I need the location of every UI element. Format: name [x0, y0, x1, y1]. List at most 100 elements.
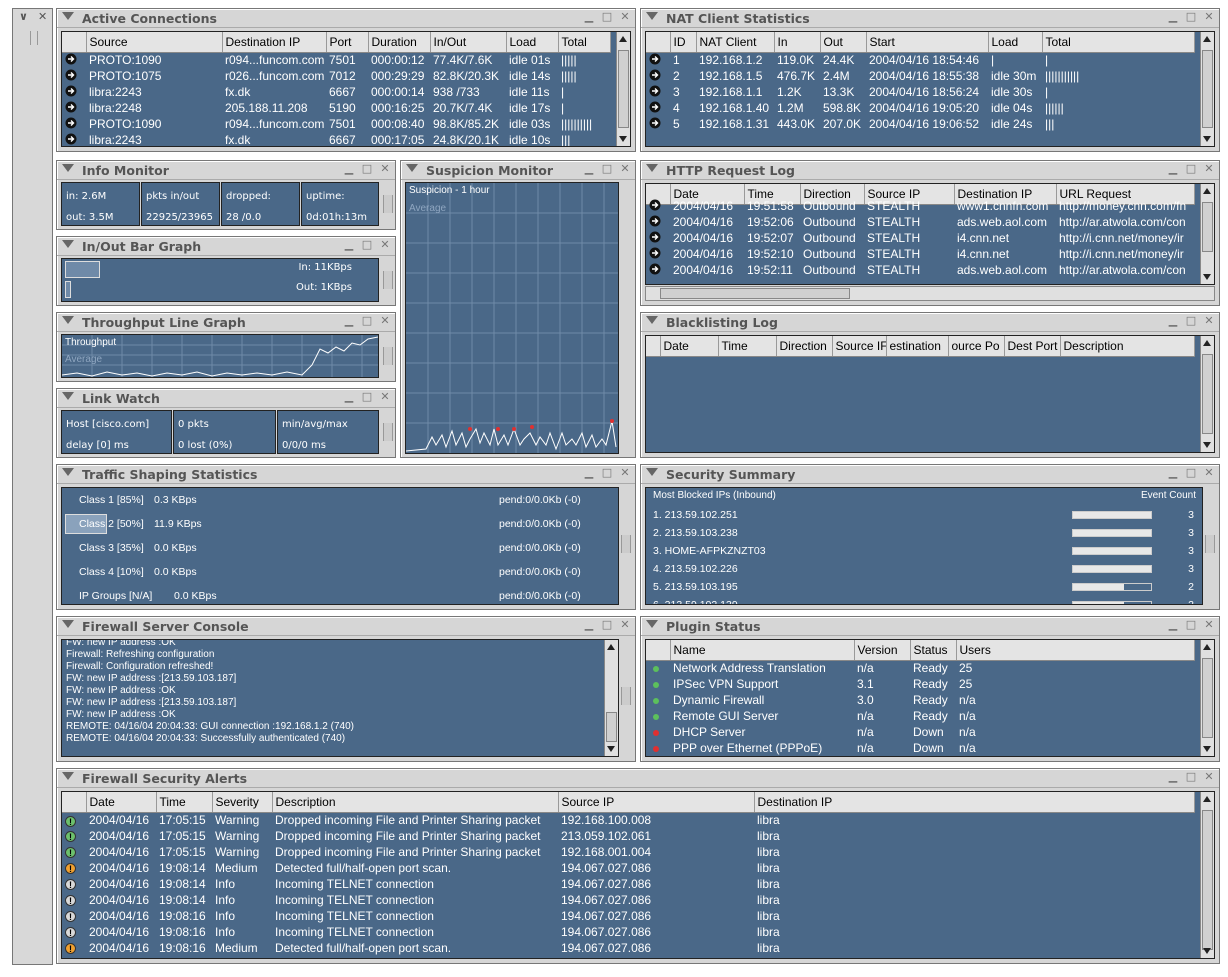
maximize-icon[interactable]: □ [601, 163, 613, 175]
close-icon[interactable]: ✕ [38, 10, 47, 23]
column-header[interactable]: Name [670, 640, 855, 661]
close-icon[interactable]: ✕ [1203, 467, 1215, 479]
column-header[interactable]: Description [272, 792, 559, 813]
close-icon[interactable]: ✕ [619, 163, 631, 175]
column-header[interactable]: Load [988, 32, 1043, 53]
vertical-scrollbar[interactable] [1200, 336, 1214, 452]
maximize-icon[interactable]: □ [601, 619, 613, 631]
column-header[interactable]: Source IF [832, 336, 887, 357]
minimize-icon[interactable]: ▁ [583, 467, 595, 479]
minimize-icon[interactable]: ▁ [1167, 315, 1179, 327]
collapse-icon[interactable] [62, 240, 74, 248]
table-row[interactable]: DHCP Server n/a Down n/a [646, 724, 1194, 740]
table-row[interactable]: Remote GUI Server n/a Ready n/a [646, 708, 1194, 724]
minimize-icon[interactable]: ▁ [343, 315, 355, 327]
column-header[interactable]: Date [86, 792, 157, 813]
column-header[interactable]: Severity [212, 792, 273, 813]
column-header[interactable]: Date [660, 336, 719, 357]
table-row[interactable]: Dynamic Firewall 3.0 Ready n/a [646, 692, 1194, 708]
table-row[interactable]: Network Address Translation n/a Ready 25 [646, 660, 1194, 676]
resize-grip[interactable] [621, 687, 631, 705]
collapse-icon[interactable] [646, 620, 658, 628]
table-row[interactable]: PPP over Ethernet (PPPoE) n/a Down n/a [646, 740, 1194, 756]
column-header[interactable]: Source [86, 32, 223, 53]
collapse-icon[interactable] [646, 316, 658, 324]
column-header[interactable]: Total [558, 32, 611, 53]
maximize-icon[interactable]: □ [1185, 619, 1197, 631]
table-row[interactable]: PROTO:1090 r094...funcom.com 7501 000:00:12… [62, 52, 610, 68]
table-row[interactable]: PROTO:1075 r026...funcom.com 7012 000:29:29… [62, 68, 610, 84]
column-header[interactable]: Load [506, 32, 559, 53]
vertical-scrollbar[interactable] [604, 640, 618, 756]
table-row[interactable]: ! 2004/04/16 19:08:16 Info Incoming TELNET c… [62, 908, 1194, 924]
column-header[interactable]: Source IP [558, 792, 755, 813]
blocked-ip-row[interactable]: 5. 213.59.103.195 2 [646, 578, 1202, 596]
table-row[interactable]: 2004/04/16 19:52:11 Outbound STEALTH ads.web… [646, 262, 1194, 278]
table-row[interactable]: libra:2243 fx.dk 6667 000:17:05 24.8K/20.1K i… [62, 132, 610, 146]
minimize-icon[interactable]: ▁ [583, 619, 595, 631]
resize-grip[interactable] [621, 535, 631, 553]
close-icon[interactable]: ✕ [1203, 771, 1215, 783]
column-header[interactable]: Duration [368, 32, 431, 53]
maximize-icon[interactable]: □ [1185, 315, 1197, 327]
table-row[interactable]: ! 2004/04/16 19:08:14 Medium Detected full/h… [62, 860, 1194, 876]
minimize-icon[interactable]: ▁ [1167, 11, 1179, 23]
column-header[interactable]: Start [866, 32, 989, 53]
close-icon[interactable]: ✕ [379, 163, 391, 175]
close-icon[interactable]: ✕ [379, 315, 391, 327]
collapse-icon[interactable] [62, 316, 74, 324]
table-row[interactable]: PROTO:1090 r094...funcom.com 7501 000:08:40… [62, 116, 610, 132]
table-row[interactable]: 2004/04/16 19:52:06 Outbound STEALTH ads.web… [646, 214, 1194, 230]
blocked-ip-row[interactable]: 4. 213.59.102.226 3 [646, 560, 1202, 578]
collapse-icon[interactable] [62, 392, 74, 400]
vertical-scrollbar[interactable] [616, 32, 630, 146]
collapse-icon[interactable] [646, 468, 658, 476]
table-row[interactable]: libra:2243 fx.dk 6667 000:00:14 938 /733 idle… [62, 84, 610, 100]
table-row[interactable]: 1 192.168.1.2 119.0K 24.4K 2004/04/16 18:54:… [646, 52, 1194, 68]
collapse-icon[interactable]: ∨ [19, 10, 28, 23]
horizontal-scrollbar[interactable] [645, 286, 1215, 301]
column-header[interactable]: In [774, 32, 821, 53]
table-row[interactable]: 3 192.168.1.1 1.2K 13.3K 2004/04/16 18:56:24… [646, 84, 1194, 100]
minimize-icon[interactable]: ▁ [1167, 163, 1179, 175]
maximize-icon[interactable]: □ [361, 391, 373, 403]
maximize-icon[interactable]: □ [601, 467, 613, 479]
resize-grip[interactable] [383, 271, 393, 289]
table-row[interactable]: 2004/04/16 19:52:10 Outbound STEALTH i4.cnn.… [646, 246, 1194, 262]
column-header[interactable]: Out [820, 32, 867, 53]
collapse-icon[interactable] [62, 620, 74, 628]
vertical-scrollbar[interactable] [1200, 792, 1214, 958]
blocked-ip-row[interactable]: 1. 213.59.102.251 3 [646, 506, 1202, 524]
minimize-icon[interactable]: ▁ [583, 11, 595, 23]
close-icon[interactable]: ✕ [619, 11, 631, 23]
column-header[interactable]: Destination IP [754, 792, 1195, 813]
blocked-ip-row[interactable]: 3. HOME-AFPKZNZT03 3 [646, 542, 1202, 560]
close-icon[interactable]: ✕ [379, 239, 391, 251]
collapse-icon[interactable] [646, 164, 658, 172]
table-row[interactable]: ! 2004/04/16 19:08:16 Medium Detected full/h… [62, 940, 1194, 956]
close-icon[interactable]: ✕ [619, 619, 631, 631]
minimize-icon[interactable]: ▁ [1167, 619, 1179, 631]
column-header[interactable]: Time [718, 336, 777, 357]
maximize-icon[interactable]: □ [1185, 11, 1197, 23]
close-icon[interactable]: ✕ [619, 467, 631, 479]
table-row[interactable]: ! 2004/04/16 17:05:15 Warning Dropped incomi… [62, 812, 1194, 828]
collapse-icon[interactable] [62, 164, 74, 172]
column-header[interactable]: Status [910, 640, 957, 661]
maximize-icon[interactable]: □ [1185, 163, 1197, 175]
column-header[interactable]: Users [956, 640, 1195, 661]
table-row[interactable]: ! 2004/04/16 19:08:16 Info Incoming TELNET c… [62, 924, 1194, 940]
maximize-icon[interactable]: □ [1185, 771, 1197, 783]
table-row[interactable]: 5 192.168.1.31 443.0K 207.0K 2004/04/16 19:0… [646, 116, 1194, 132]
collapse-icon[interactable] [646, 12, 658, 20]
column-header[interactable]: Time [156, 792, 213, 813]
close-icon[interactable]: ✕ [1203, 619, 1215, 631]
table-row[interactable]: ! 2004/04/16 17:05:15 Warning Dropped incomi… [62, 828, 1194, 844]
table-row[interactable]: IPSec VPN Support 3.1 Ready 25 [646, 676, 1194, 692]
collapse-icon[interactable] [406, 164, 418, 172]
column-header[interactable]: Version [854, 640, 911, 661]
minimize-icon[interactable]: ▁ [1167, 771, 1179, 783]
table-row[interactable]: 2004/04/16 19:51:58 Outbound STEALTH www1.cn… [646, 198, 1194, 214]
vertical-scrollbar[interactable] [1200, 32, 1214, 146]
table-row[interactable]: 2 192.168.1.5 476.7K 2.4M 2004/04/16 18:55:3… [646, 68, 1194, 84]
